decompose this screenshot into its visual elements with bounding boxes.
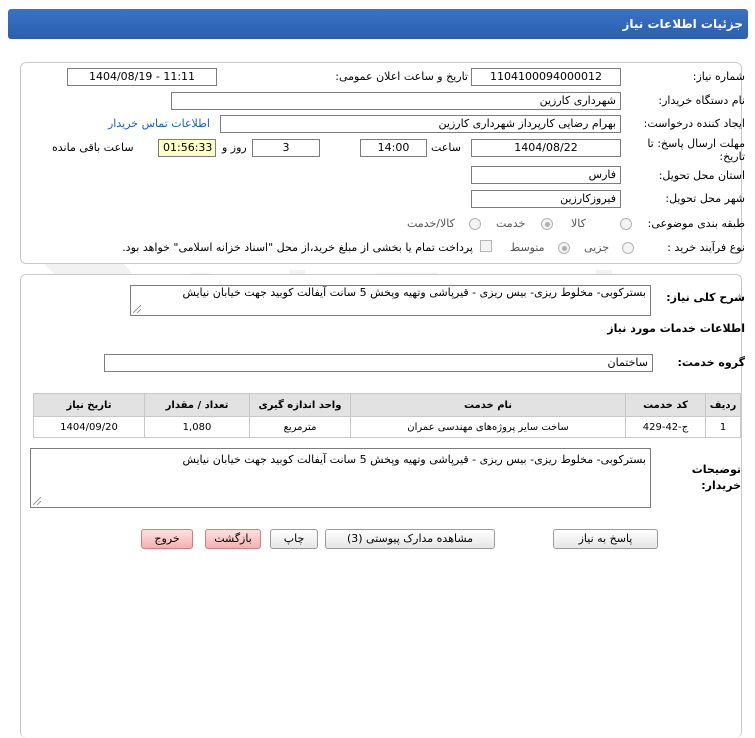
announce-label: تاریخ و ساعت اعلان عمومی: bbox=[335, 70, 468, 83]
services-section-title: اطلاعات خدمات مورد نیاز bbox=[607, 322, 745, 335]
cell-unit: مترمربع bbox=[249, 416, 351, 438]
back-button[interactable]: بازگشت bbox=[205, 529, 261, 549]
buyer-org-field: شهرداری کارزین bbox=[171, 92, 621, 110]
deadline-time-field: 14:00 bbox=[360, 139, 427, 157]
cell-name: ساخت سایر پروژه‌های مهندسی عمران bbox=[350, 416, 626, 438]
buyer-notes-text: بسترکوبی- مخلوط ریزی- بیس ریزی - قیرپاشی… bbox=[182, 453, 646, 466]
deadline-time-label: ساعت bbox=[431, 141, 461, 154]
view-attachments-button[interactable]: مشاهده مدارک پیوستی (3) bbox=[325, 529, 495, 549]
process-label: نوع فرآیند خرید : bbox=[667, 241, 745, 254]
remaining-label: ساعت باقی مانده bbox=[52, 141, 134, 154]
resize-grip-icon[interactable] bbox=[133, 305, 141, 313]
buyer-notes-label: توضیحات خریدار: bbox=[691, 463, 741, 492]
creator-label: ایجاد کننده درخواست: bbox=[643, 117, 745, 130]
category-option-goods-service: کالا/خدمت bbox=[407, 217, 455, 230]
summary-label: شرح کلی نیاز: bbox=[666, 291, 745, 304]
summary-textarea: بسترکوبی- مخلوط ریزی- بیس ریزی - قیرپاشی… bbox=[130, 285, 651, 316]
need-number-label: شماره نیاز: bbox=[692, 70, 745, 83]
treasury-checkbox[interactable] bbox=[480, 240, 492, 252]
city-field: فیروزکارزین bbox=[471, 190, 621, 208]
service-group-field: ساختمان bbox=[104, 354, 653, 372]
days-label: روز و bbox=[222, 141, 247, 154]
deadline-label: مهلت ارسال پاسخ: تا تاریخ: bbox=[647, 137, 745, 163]
table-row: 1 ج-42-429 ساخت سایر پروژه‌های مهندسی عم… bbox=[33, 416, 741, 438]
need-number-field: 1104100094000012 bbox=[471, 68, 621, 86]
col-unit: واحد اندازه گیری bbox=[249, 393, 351, 417]
cell-qty: 1,080 bbox=[144, 416, 250, 438]
process-radio-minor[interactable] bbox=[622, 242, 634, 254]
province-label: استان محل تحویل: bbox=[658, 169, 745, 182]
process-option-minor: جزیی bbox=[584, 241, 610, 254]
summary-text: بسترکوبی- مخلوط ریزی- بیس ریزی - قیرپاشی… bbox=[182, 286, 646, 299]
col-code: کد خدمت bbox=[625, 393, 706, 417]
province-field: فارس bbox=[471, 166, 621, 184]
category-radio-service[interactable] bbox=[541, 218, 553, 230]
treasury-note: پرداخت تمام یا بخشی از مبلغ خرید،از محل … bbox=[122, 241, 473, 254]
remaining-time-field: 01:56:33 bbox=[158, 139, 216, 157]
days-field: 3 bbox=[252, 139, 320, 157]
process-radio-medium[interactable] bbox=[558, 242, 570, 254]
category-radio-goods[interactable] bbox=[620, 218, 632, 230]
city-label: شهر محل تحویل: bbox=[665, 192, 745, 205]
col-row: ردیف bbox=[705, 393, 741, 417]
cell-code: ج-42-429 bbox=[625, 416, 706, 438]
cell-date: 1404/09/20 bbox=[33, 416, 145, 438]
services-table: ردیف کد خدمت نام خدمت واحد اندازه گیری ت… bbox=[33, 393, 741, 438]
cell-row: 1 bbox=[705, 416, 741, 438]
creator-field: بهرام رضایی کارپرداز شهرداری کارزین bbox=[220, 115, 621, 133]
col-name: نام خدمت bbox=[350, 393, 626, 417]
announce-field: 1404/08/19 - 11:11 bbox=[67, 68, 217, 86]
category-option-goods: کالا bbox=[571, 217, 586, 230]
print-button[interactable]: چاپ bbox=[270, 529, 318, 549]
buyer-org-label: نام دستگاه خریدار: bbox=[658, 94, 745, 107]
category-radio-goods-service[interactable] bbox=[469, 218, 481, 230]
category-option-service: خدمت bbox=[496, 217, 526, 230]
buyer-notes-textarea: بسترکوبی- مخلوط ریزی- بیس ریزی - قیرپاشی… bbox=[30, 448, 651, 508]
page-title: جزئیات اطلاعات نیاز bbox=[622, 17, 743, 31]
category-label: طبقه بندی موضوعی: bbox=[647, 217, 745, 230]
col-date: تاریخ نیاز bbox=[33, 393, 145, 417]
reply-button[interactable]: پاسخ به نیاز bbox=[553, 529, 658, 549]
process-option-medium: متوسط bbox=[510, 241, 545, 254]
buyer-contact-link[interactable]: اطلاعات تماس خریدار bbox=[108, 117, 210, 130]
col-qty: تعداد / مقدار bbox=[144, 393, 250, 417]
deadline-date-field: 1404/08/22 bbox=[471, 139, 621, 157]
resize-grip-icon[interactable] bbox=[33, 497, 41, 505]
service-group-label: گروه خدمت: bbox=[677, 356, 745, 369]
page-header: جزئیات اطلاعات نیاز bbox=[0, 0, 755, 46]
exit-button[interactable]: خروج bbox=[141, 529, 193, 549]
